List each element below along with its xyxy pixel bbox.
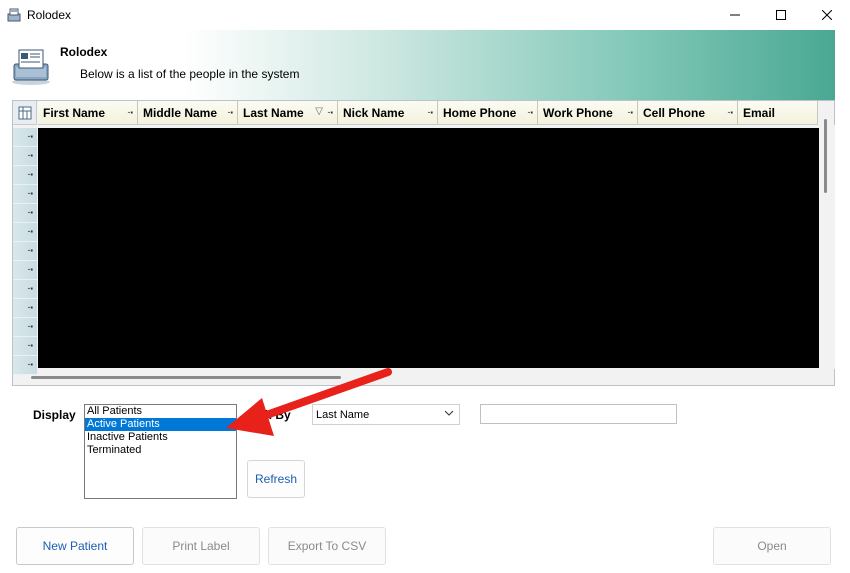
header-banner: Rolodex Below is a list of the people in… <box>0 30 835 100</box>
maximize-button[interactable] <box>758 0 804 30</box>
chevron-down-icon <box>444 408 454 421</box>
banner-subtitle: Below is a list of the people in the sys… <box>80 67 300 81</box>
column-header[interactable]: Middle Name -⬝ <box>138 101 238 125</box>
people-grid[interactable]: First Name -⬝ Middle Name -⬝ Last Name ▽ -⬝ Nic… <box>12 100 835 386</box>
column-header-label: Work Phone <box>543 106 613 120</box>
open-button[interactable]: Open <box>713 527 831 565</box>
column-header-label: First Name <box>43 106 106 120</box>
vertical-scroll-thumb[interactable] <box>824 119 827 193</box>
display-option[interactable]: Active Patients <box>85 418 236 431</box>
row-header[interactable]: -⬝ <box>13 166 37 185</box>
search-field-value: Last Name <box>316 409 370 421</box>
row-header[interactable]: -⬝ <box>13 356 37 375</box>
pin-icon[interactable]: -⬝ <box>628 107 633 118</box>
row-header[interactable]: -⬝ <box>13 204 37 223</box>
row-header[interactable]: -⬝ <box>13 242 37 261</box>
search-by-label: ch By <box>258 408 291 422</box>
column-header-label: Middle Name <box>143 106 218 120</box>
search-input[interactable] <box>480 404 677 424</box>
column-header[interactable]: Home Phone -⬝ <box>438 101 538 125</box>
display-listbox[interactable]: All Patients Active Patients Inactive Pati… <box>84 404 237 499</box>
column-header[interactable]: Last Name ▽ -⬝ <box>238 101 338 125</box>
export-csv-button[interactable]: Export To CSV <box>268 527 386 565</box>
column-header[interactable]: First Name -⬝ <box>38 101 138 125</box>
new-patient-button[interactable]: New Patient <box>16 527 134 565</box>
pin-icon[interactable]: -⬝ <box>728 107 733 118</box>
minimize-icon <box>730 14 740 16</box>
pin-icon[interactable]: -⬝ <box>528 107 533 118</box>
refresh-button[interactable]: Refresh <box>247 460 305 498</box>
row-header[interactable]: -⬝ <box>13 280 37 299</box>
grid-data-area[interactable] <box>38 128 819 368</box>
pin-icon[interactable]: -⬝ <box>328 107 333 118</box>
row-header[interactable]: -⬝ <box>13 337 37 356</box>
print-label-button[interactable]: Print Label <box>142 527 260 565</box>
display-option[interactable]: Terminated <box>85 444 236 457</box>
column-header-label: Email <box>743 106 776 120</box>
close-button[interactable] <box>804 0 850 30</box>
close-icon <box>822 10 832 20</box>
rolodex-card-icon <box>10 44 52 86</box>
search-field-select[interactable]: Last Name <box>312 404 460 425</box>
pin-icon[interactable]: -⬝ <box>228 107 233 118</box>
column-header[interactable]: Nick Name -⬝ <box>338 101 438 125</box>
column-chooser-icon[interactable] <box>13 101 37 125</box>
column-header-label: Home Phone <box>443 106 517 120</box>
display-label: Display <box>33 408 76 422</box>
row-header[interactable]: -⬝ <box>13 185 37 204</box>
sort-indicator-icon: ▽ <box>315 106 323 117</box>
title-bar: Rolodex <box>0 0 850 30</box>
column-header[interactable]: Email <box>738 101 818 125</box>
row-header[interactable]: -⬝ <box>13 223 37 242</box>
maximize-icon <box>776 10 786 20</box>
banner-title: Rolodex <box>60 45 108 59</box>
row-header[interactable]: -⬝ <box>13 147 37 166</box>
display-option[interactable]: All Patients <box>85 405 236 418</box>
horizontal-scroll-thumb[interactable] <box>31 376 341 379</box>
window-title: Rolodex <box>27 8 72 22</box>
column-header-label: Nick Name <box>343 106 405 120</box>
pin-icon[interactable]: -⬝ <box>128 107 133 118</box>
column-header[interactable]: Cell Phone -⬝ <box>638 101 738 125</box>
rolodex-icon <box>6 7 22 23</box>
column-header-label: Cell Phone <box>643 106 706 120</box>
column-header[interactable]: Work Phone -⬝ <box>538 101 638 125</box>
row-header[interactable]: -⬝ <box>13 128 37 147</box>
pin-icon[interactable]: -⬝ <box>428 107 433 118</box>
vertical-scrollbar[interactable] <box>819 125 835 369</box>
minimize-button[interactable] <box>712 0 758 30</box>
column-header-label: Last Name <box>243 106 304 120</box>
row-header[interactable]: -⬝ <box>13 318 37 337</box>
display-option[interactable]: Inactive Patients <box>85 431 236 444</box>
row-header[interactable]: -⬝ <box>13 261 37 280</box>
row-header[interactable]: -⬝ <box>13 299 37 318</box>
